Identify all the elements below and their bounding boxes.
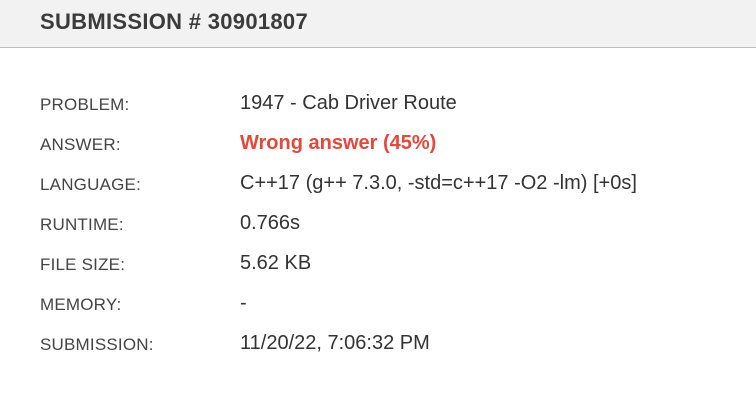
- submission-time-label: SUBMISSION:: [40, 335, 154, 354]
- detail-row-file-size: FILE SIZE: 5.62 KB: [40, 247, 740, 287]
- submission-header: SUBMISSION # 30901807: [0, 0, 756, 48]
- memory-label: MEMORY:: [40, 295, 122, 314]
- language-value: C++17 (g++ 7.3.0, -std=c++17 -O2 -lm) [+…: [240, 172, 637, 194]
- runtime-value: 0.766s: [240, 212, 301, 234]
- file-size-label: FILE SIZE:: [40, 255, 126, 274]
- memory-value: -: [240, 292, 247, 314]
- detail-row-memory: MEMORY: -: [40, 287, 740, 327]
- detail-row-problem: PROBLEM: 1947 - Cab Driver Route: [40, 87, 740, 127]
- answer-label: ANSWER:: [40, 135, 121, 154]
- runtime-label: RUNTIME:: [40, 215, 124, 234]
- submission-time-value: 11/20/22, 7:06:32 PM: [240, 332, 430, 354]
- detail-row-submission: SUBMISSION: 11/20/22, 7:06:32 PM: [40, 327, 740, 367]
- submission-details: PROBLEM: 1947 - Cab Driver Route ANSWER:…: [40, 87, 740, 367]
- submission-title: SUBMISSION # 30901807: [40, 9, 308, 34]
- problem-label: PROBLEM:: [40, 95, 130, 114]
- detail-row-runtime: RUNTIME: 0.766s: [40, 207, 740, 247]
- file-size-value: 5.62 KB: [240, 252, 312, 274]
- detail-row-language: LANGUAGE: C++17 (g++ 7.3.0, -std=c++17 -…: [40, 167, 740, 207]
- language-label: LANGUAGE:: [40, 175, 141, 194]
- answer-verdict: Wrong answer (45%): [240, 132, 437, 154]
- problem-value: 1947 - Cab Driver Route: [240, 92, 457, 114]
- detail-row-answer: ANSWER: Wrong answer (45%): [40, 127, 740, 167]
